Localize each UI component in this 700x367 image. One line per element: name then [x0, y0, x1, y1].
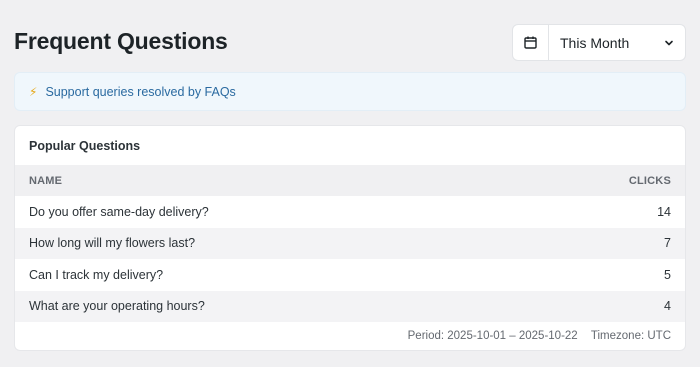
chevron-down-icon: [664, 38, 674, 48]
questions-table: Name Clicks Do you offer same-day delive…: [15, 165, 685, 322]
period-select-value: This Month: [560, 34, 630, 51]
notice-text: Support queries resolved by FAQs: [45, 84, 236, 99]
period-label: Period: 2025-10-01 – 2025-10-22: [407, 330, 578, 342]
table-row: Can I track my delivery? 5: [15, 259, 685, 291]
popular-questions-card: Popular Questions Name Clicks Do you off…: [14, 125, 686, 351]
question-clicks: 14: [657, 204, 671, 219]
question-name: How long will my flowers last?: [29, 236, 196, 251]
column-header-clicks[interactable]: Clicks: [516, 165, 685, 196]
info-notice: ⚡ Support queries resolved by FAQs: [14, 72, 686, 111]
period-select[interactable]: This Month: [549, 25, 685, 60]
card-footer: Period: 2025-10-01 – 2025-10-22 Timezone…: [408, 330, 671, 342]
question-clicks: 5: [664, 267, 671, 282]
calendar-icon: [524, 36, 537, 49]
timezone-label: Timezone: UTC: [590, 330, 671, 342]
column-header-name[interactable]: Name: [15, 165, 516, 196]
table-row: What are your operating hours? 4: [15, 290, 685, 322]
lightning-icon: ⚡: [29, 84, 38, 99]
calendar-button[interactable]: [513, 25, 549, 60]
table-header-row: Name Clicks: [15, 165, 685, 196]
date-range-control: This Month: [512, 24, 686, 61]
table-row: Do you offer same-day delivery? 14: [15, 196, 685, 228]
question-name: Can I track my delivery?: [29, 267, 164, 282]
question-clicks: 4: [664, 299, 671, 314]
question-name: What are your operating hours?: [29, 299, 205, 314]
table-row: How long will my flowers last? 7: [15, 227, 685, 259]
card-title: Popular Questions: [29, 138, 141, 153]
question-clicks: 7: [664, 236, 671, 251]
page-title: Frequent Questions: [14, 28, 228, 54]
question-name: Do you offer same-day delivery?: [29, 204, 209, 219]
